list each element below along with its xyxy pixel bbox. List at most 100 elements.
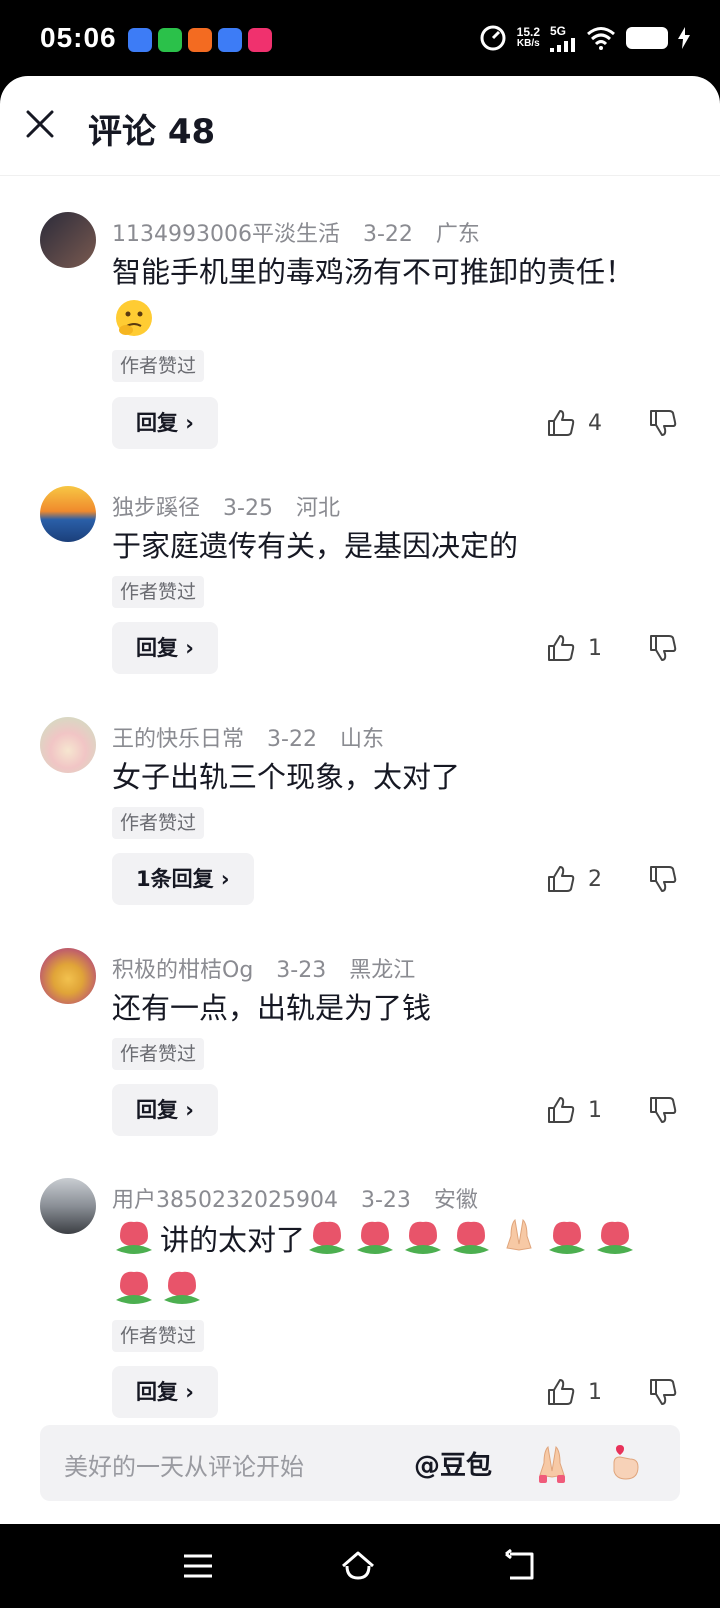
comment-meta: 积极的柑桔Og 3-23 黑龙江 [112, 952, 431, 984]
reply-button[interactable]: 回复 › [112, 397, 218, 449]
author-liked-tag: 作者赞过 [112, 350, 205, 382]
mention-button[interactable]: @豆包 [414, 1445, 492, 1482]
tulip-icon [116, 1221, 152, 1254]
reply-label: 1条回复 › [136, 867, 230, 891]
comment-text-content: 智能手机里的毒鸡汤有不可推卸的责任！ [112, 255, 635, 289]
thumbs-down-icon[interactable] [648, 633, 678, 663]
reply-button[interactable]: 1条回复 › [112, 853, 254, 905]
thumbs-down-icon[interactable] [648, 408, 678, 438]
reply-button[interactable]: 回复 › [112, 1366, 218, 1418]
thumbs-up-icon [548, 866, 575, 892]
network-type: 5G [550, 24, 567, 38]
comment-meta: 王的快乐日常 3-22 山东 [112, 721, 400, 753]
avatar[interactable] [40, 212, 96, 268]
reply-label: 回复 › [136, 636, 194, 660]
comment-username[interactable]: 王的快乐日常 [112, 727, 244, 752]
thumbs-down-icon[interactable] [648, 1377, 678, 1407]
orange-app-icon [188, 28, 212, 52]
baidu-icon [128, 28, 152, 52]
charging-icon [678, 27, 690, 49]
home-icon[interactable] [340, 1548, 376, 1584]
tulip-icon [116, 1271, 152, 1304]
comment-list[interactable]: 1134993006平淡生活 3-22 广东 智能手机里的毒鸡汤有不可推卸的责任… [0, 176, 720, 1479]
like-button[interactable]: 1 [546, 1377, 602, 1407]
comment-location: 河北 [295, 496, 340, 521]
close-icon[interactable] [24, 108, 56, 140]
thumbs-up-icon [548, 635, 575, 661]
network-speed: 15.2 KB/s [517, 26, 540, 50]
like-count: 1 [588, 635, 602, 661]
comment-meta: 用户3850232025904 3-23 安徽 [112, 1182, 494, 1214]
tulip-icon [597, 1221, 634, 1254]
reply-button[interactable]: 回复 › [112, 1084, 218, 1136]
avatar[interactable] [40, 1178, 96, 1234]
like-count: 2 [588, 866, 602, 892]
comment-date: 3-25 [223, 496, 273, 521]
like-count: 1 [588, 1379, 602, 1405]
comment-meta: 独步蹊径 3-25 河北 [112, 490, 356, 522]
author-liked-tag: 作者赞过 [112, 1038, 205, 1070]
comment-meta: 1134993006平淡生活 3-22 广东 [112, 216, 496, 248]
avatar[interactable] [40, 717, 96, 773]
comment-username[interactable]: 积极的柑桔Og [112, 958, 253, 983]
comment-text: 智能手机里的毒鸡汤有不可推卸的责任！ [112, 248, 680, 346]
baidu-icon [218, 28, 242, 52]
status-app-icons [128, 28, 272, 52]
comment-text: 还有一点，出轨是为了钱 [112, 991, 432, 1025]
pink-app-icon [248, 28, 272, 52]
like-button[interactable]: 4 [546, 408, 602, 438]
comment-text-content: 讲的太对了 [160, 1223, 306, 1257]
speed-value: 15.2 [516, 25, 540, 39]
comment-location: 山东 [339, 727, 384, 752]
speed-unit: KB/s [516, 38, 540, 49]
comment-location: 黑龙江 [349, 958, 416, 983]
tulip-icon [405, 1221, 442, 1254]
comment-location: 广东 [435, 222, 480, 247]
comment-username[interactable]: 用户3850232025904 [112, 1188, 338, 1213]
battery-icon [626, 27, 668, 49]
like-button[interactable]: 1 [546, 1095, 602, 1125]
wechat-icon [158, 28, 182, 52]
comment-username[interactable]: 1134993006平淡生活 [112, 222, 340, 247]
like-button[interactable]: 2 [546, 864, 602, 894]
author-liked-tag: 作者赞过 [112, 807, 205, 839]
reply-label: 回复 › [136, 411, 194, 435]
status-bar: 05:06 15.2 KB/s 5G [0, 0, 720, 76]
comments-sheet: 评论 48 1134993006平淡生活 3-22 广东 智能手机里的毒鸡汤有不… [0, 76, 720, 1524]
comment-text: 女子出轨三个现象，太对了 [112, 760, 461, 794]
thumbs-down-icon[interactable] [648, 1095, 678, 1125]
wifi-icon [587, 27, 615, 50]
like-count: 4 [588, 410, 602, 436]
thinking-face-icon [116, 300, 152, 336]
sheet-header: 评论 48 [0, 76, 720, 176]
comment-date: 3-22 [362, 222, 413, 247]
thumbs-up-icon [548, 1379, 575, 1405]
tulip-icon [309, 1221, 346, 1254]
tulip-icon [453, 1221, 490, 1254]
avatar[interactable] [40, 948, 96, 1004]
avatar[interactable] [40, 486, 96, 542]
menu-icon[interactable] [180, 1548, 216, 1584]
finger-heart-icon[interactable] [604, 1441, 648, 1485]
like-button[interactable]: 1 [546, 633, 602, 663]
comment-date: 3-23 [360, 1188, 411, 1213]
comment-date: 3-23 [276, 958, 327, 983]
comment-input[interactable]: 美好的一天从评论开始 @豆包 [40, 1425, 680, 1501]
speedometer-icon [480, 25, 506, 51]
author-liked-tag: 作者赞过 [112, 1320, 205, 1352]
reply-label: 回复 › [136, 1098, 194, 1122]
back-icon[interactable] [502, 1548, 538, 1584]
tulip-icon [549, 1221, 586, 1254]
thumbs-up-icon [548, 410, 575, 436]
comment-input-placeholder: 美好的一天从评论开始 [64, 1453, 304, 1481]
comment-text: 于家庭遗传有关，是基因决定的 [112, 529, 519, 563]
reply-label: 回复 › [136, 1380, 194, 1404]
comment-location: 安徽 [433, 1188, 478, 1213]
comment-username[interactable]: 独步蹊径 [112, 496, 200, 521]
status-time: 05:06 [40, 22, 117, 53]
thumbs-up-icon [548, 1097, 575, 1123]
signal-icon [550, 38, 575, 52]
thumbs-down-icon[interactable] [648, 864, 678, 894]
reply-button[interactable]: 回复 › [112, 622, 218, 674]
praying-hands-icon[interactable] [530, 1441, 574, 1485]
